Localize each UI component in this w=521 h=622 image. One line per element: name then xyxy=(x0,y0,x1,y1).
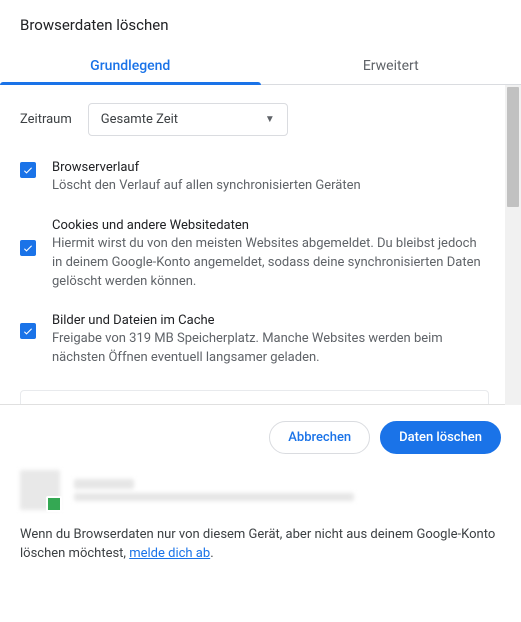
info-text-post: können in deinem xyxy=(320,403,425,405)
tabs: Grundlegend Erweitert xyxy=(0,46,521,85)
label-browsing-history: Browserverlauf Löscht den Verlauf auf al… xyxy=(52,160,361,196)
info-text-mid: und xyxy=(128,403,156,405)
check-icon xyxy=(22,325,34,337)
activity-info-box: Der Suchverlauf und andere Arten von Akt… xyxy=(20,390,489,405)
footer-text: Wenn du Browserdaten nur von diesem Gerä… xyxy=(0,522,521,582)
dialog-title: Browserdaten löschen xyxy=(0,0,521,46)
checkbox-cookies[interactable] xyxy=(20,240,36,256)
account-name-redacted xyxy=(74,479,134,489)
tab-advanced[interactable]: Erweitert xyxy=(261,46,521,84)
description: Hiermit wirst du von den meisten Website… xyxy=(52,235,483,292)
time-range-label: Zeitraum xyxy=(20,112,72,127)
clear-browsing-data-dialog: Browserdaten löschen Grundlegend Erweite… xyxy=(0,0,521,622)
checkbox-cache[interactable] xyxy=(20,323,36,339)
footer-post: . xyxy=(210,546,213,561)
heading: Cookies und andere Websitedaten xyxy=(52,218,483,233)
heading: Bilder und Dateien im Cache xyxy=(52,313,483,328)
time-range-row: Zeitraum Gesamte Zeit ▼ xyxy=(20,103,513,136)
search-history-link[interactable]: Suchverlauf xyxy=(60,403,128,405)
cancel-button[interactable]: Abbrechen xyxy=(269,421,370,454)
option-cookies: Cookies und andere Websitedaten Hiermit … xyxy=(20,218,513,292)
account-email-redacted xyxy=(74,493,354,501)
dialog-buttons: Abbrechen Daten löschen xyxy=(0,405,521,470)
description: Freigabe von 319 MB Speicherplatz. Manch… xyxy=(52,330,483,368)
chevron-down-icon: ▼ xyxy=(265,114,275,125)
heading: Browserverlauf xyxy=(52,160,361,175)
label-cache: Bilder und Dateien im Cache Freigabe von… xyxy=(52,313,483,368)
account-text xyxy=(74,475,354,505)
label-cookies: Cookies und andere Websitedaten Hiermit … xyxy=(52,218,483,292)
dialog-content: Zeitraum Gesamte Zeit ▼ Browserverlauf L… xyxy=(0,85,521,405)
content-wrap: Zeitraum Gesamte Zeit ▼ Browserverlauf L… xyxy=(0,85,521,405)
clear-data-button[interactable]: Daten löschen xyxy=(380,421,501,454)
sign-out-link[interactable]: melde dich ab xyxy=(129,546,210,561)
time-range-select[interactable]: Gesamte Zeit ▼ xyxy=(88,103,288,136)
description: Löscht den Verlauf auf allen synchronisi… xyxy=(52,177,361,196)
check-icon xyxy=(22,164,34,176)
other-activity-link[interactable]: andere Arten von Aktivitäten xyxy=(157,403,320,405)
account-row xyxy=(0,470,521,522)
scrollbar-thumb[interactable] xyxy=(507,87,519,207)
sync-badge-icon xyxy=(46,496,62,512)
info-text-pre: Der xyxy=(37,403,60,405)
option-cache: Bilder und Dateien im Cache Freigabe von… xyxy=(20,313,513,368)
check-icon xyxy=(22,242,34,254)
checkbox-browsing-history[interactable] xyxy=(20,162,36,178)
footer-pre: Wenn du Browserdaten nur von diesem Gerä… xyxy=(20,527,495,561)
time-range-value: Gesamte Zeit xyxy=(101,112,178,127)
tab-basic[interactable]: Grundlegend xyxy=(0,46,261,84)
avatar xyxy=(20,470,60,510)
option-browsing-history: Browserverlauf Löscht den Verlauf auf al… xyxy=(20,160,513,196)
scrollbar[interactable] xyxy=(505,85,521,405)
